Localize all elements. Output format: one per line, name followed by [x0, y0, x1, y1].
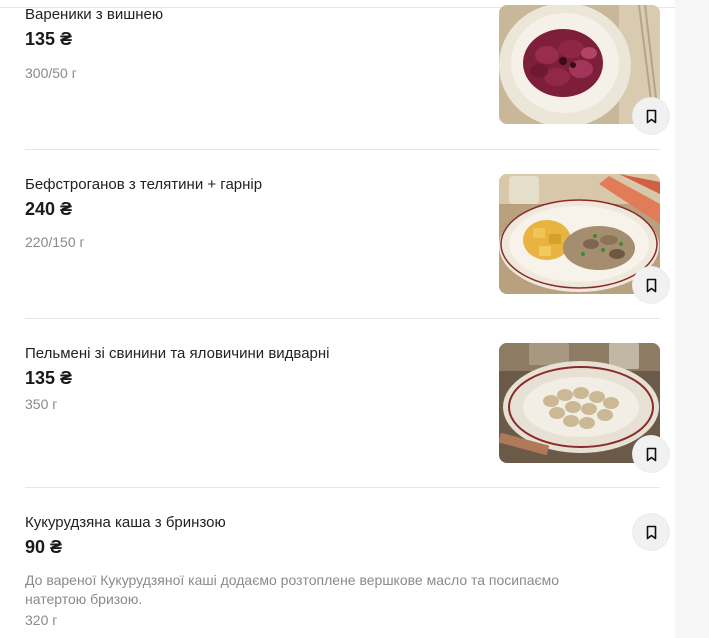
menu-list: Вареники з вишнею 135 ₴ 300/50 г Бефстро… [25, 0, 669, 638]
favorite-button[interactable] [633, 267, 669, 303]
dish-weight: 320 г [25, 612, 58, 628]
scroll-gutter [675, 0, 709, 638]
dish-price: 90 ₴ [25, 537, 63, 557]
dish-price: 135 ₴ [25, 368, 73, 388]
dish-price: 240 ₴ [25, 199, 73, 219]
dish-weight: 350 г [25, 396, 58, 412]
dish-name: Кукурудзяна каша з бринзою [25, 514, 226, 531]
bookmark-icon [646, 447, 656, 461]
dish-name: Пельмені зі свинини та яловичини видварн… [25, 345, 330, 362]
dish-description: До вареної Кукурудзяної каші додаємо роз… [25, 572, 560, 607]
bookmark-icon [646, 109, 656, 123]
favorite-button[interactable] [633, 436, 669, 472]
favorite-button[interactable] [633, 98, 669, 134]
dish-weight: 300/50 г [25, 65, 77, 81]
list-item[interactable]: Бефстроганов з телятини + гарнір 240 ₴ 2… [25, 150, 669, 318]
dish-price: 135 ₴ [25, 29, 73, 49]
dish-weight: 220/150 г [25, 234, 85, 250]
list-item[interactable]: Пельмені зі свинини та яловичини видварн… [25, 319, 669, 487]
dish-name: Бефстроганов з телятини + гарнір [25, 176, 263, 193]
list-item[interactable]: Вареники з вишнею 135 ₴ 300/50 г [25, 0, 669, 149]
bookmark-icon [646, 278, 656, 292]
bookmark-icon [646, 525, 656, 539]
favorite-button[interactable] [633, 514, 669, 550]
list-item[interactable]: Кукурудзяна каша з бринзою 90 ₴ До варен… [25, 488, 669, 638]
dish-name: Вареники з вишнею [25, 6, 164, 23]
